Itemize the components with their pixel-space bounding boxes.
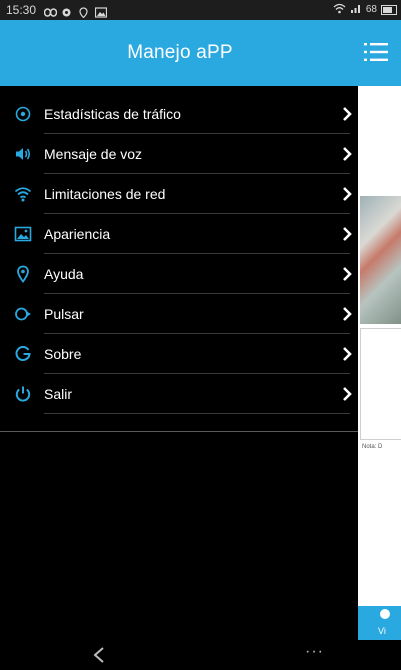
- image-notification-icon: [94, 4, 108, 18]
- background-photo: [360, 196, 401, 324]
- menu-item-sobre[interactable]: Sobre: [0, 334, 358, 374]
- background-button-icon: [380, 609, 390, 619]
- battery-level: 68: [365, 4, 377, 15]
- chevron-right-icon: [342, 266, 352, 282]
- status-time: 15:30: [6, 3, 37, 17]
- status-right-icons: 68: [333, 0, 397, 20]
- traffic-stats-icon: [14, 105, 32, 123]
- chevron-right-icon: [342, 346, 352, 362]
- chevron-right-icon: [342, 306, 352, 322]
- chevron-right-icon: [342, 226, 352, 242]
- background-app-panel: Nota: D Vi: [358, 86, 401, 670]
- status-notification-icons: [43, 4, 108, 19]
- menu-item-estadisticas[interactable]: Estadísticas de tráfico: [0, 94, 358, 134]
- menu-item-label: Mensaje de voz: [44, 146, 143, 162]
- chevron-right-icon: [342, 186, 352, 202]
- menu-item-label: Sobre: [44, 346, 82, 362]
- location-pin-icon: [14, 265, 32, 283]
- location-notification-icon: [78, 4, 89, 19]
- menu-item-ayuda[interactable]: Ayuda: [0, 254, 358, 294]
- play-circle-icon: [14, 305, 32, 323]
- chevron-right-icon: [342, 106, 352, 122]
- menu-item-pulsar[interactable]: Pulsar: [0, 294, 358, 334]
- gear-notification-icon: [61, 4, 72, 17]
- background-button-label: Vi: [378, 626, 386, 636]
- menu-item-label: Apariencia: [44, 226, 111, 242]
- system-nav-bar: ···: [0, 640, 401, 670]
- background-note: Nota: D: [362, 444, 383, 450]
- app-header: Manejo aPP: [0, 20, 401, 86]
- drawer-menu: Estadísticas de tráfico Mensaje de voz L…: [0, 94, 358, 414]
- more-options-button[interactable]: ···: [305, 643, 324, 661]
- menu-item-label: Estadísticas de tráfico: [44, 106, 181, 122]
- app-title: Manejo aPP: [127, 42, 233, 63]
- menu-item-label: Limitaciones de red: [44, 186, 166, 202]
- chevron-right-icon: [342, 386, 352, 402]
- menu-item-limitaciones-de-red[interactable]: Limitaciones de red: [0, 174, 358, 214]
- hamburger-icon[interactable]: [363, 39, 389, 65]
- back-arrow-icon[interactable]: [92, 646, 106, 664]
- power-icon: [14, 385, 32, 403]
- g-icon: [14, 345, 32, 363]
- status-bar: 15:30 68: [0, 0, 401, 20]
- signal-status-icon: [350, 0, 362, 20]
- battery-icon: [381, 5, 397, 15]
- navigation-drawer: Estadísticas de tráfico Mensaje de voz L…: [0, 86, 358, 670]
- menu-item-mensaje-de-voz[interactable]: Mensaje de voz: [0, 134, 358, 174]
- menu-item-label: Pulsar: [44, 306, 84, 322]
- drawer-divider: [0, 431, 358, 432]
- wifi-icon: [14, 185, 32, 203]
- menu-item-label: Ayuda: [44, 266, 84, 282]
- background-bottom-button: Vi: [358, 606, 401, 640]
- speaker-icon: [14, 145, 32, 163]
- infinity-icon: [43, 4, 58, 17]
- phone-screen: 15:30 68 Manejo aPP Nota: D Vi Estadísti…: [0, 0, 401, 670]
- wifi-status-icon: [333, 0, 346, 20]
- chevron-right-icon: [342, 146, 352, 162]
- menu-item-apariencia[interactable]: Apariencia: [0, 214, 358, 254]
- menu-item-salir[interactable]: Salir: [0, 374, 358, 414]
- background-card: [360, 328, 401, 440]
- image-icon: [14, 225, 32, 243]
- menu-item-label: Salir: [44, 386, 73, 402]
